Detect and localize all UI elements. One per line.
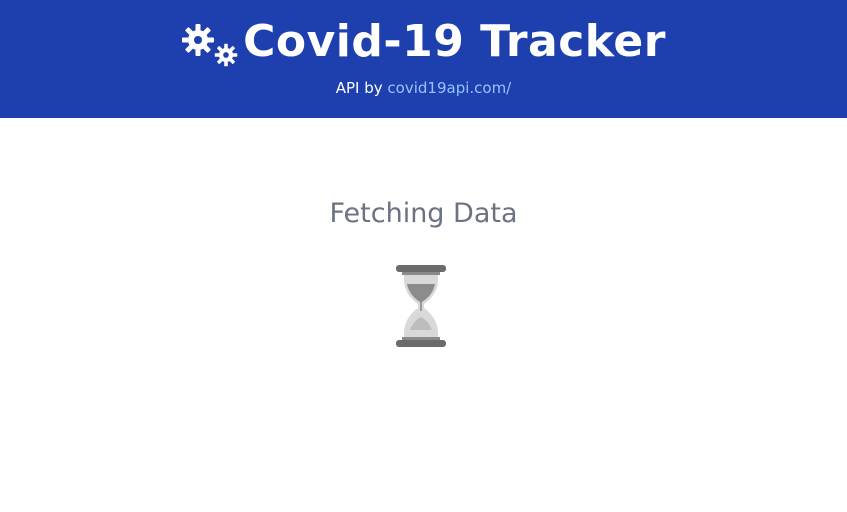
app-header: Covid-19 Tracker API by covid19api.com/ — [0, 0, 847, 118]
api-credit: API by covid19api.com/ — [0, 79, 847, 97]
api-credit-prefix: API by — [335, 79, 383, 97]
app-title: Covid-19 Tracker — [243, 16, 666, 67]
gears-icon — [181, 17, 241, 67]
api-link[interactable]: covid19api.com/ — [387, 79, 511, 97]
loading-status-text: Fetching Data — [329, 198, 518, 229]
hourglass-icon — [394, 264, 448, 348]
title-row: Covid-19 Tracker — [0, 12, 847, 72]
